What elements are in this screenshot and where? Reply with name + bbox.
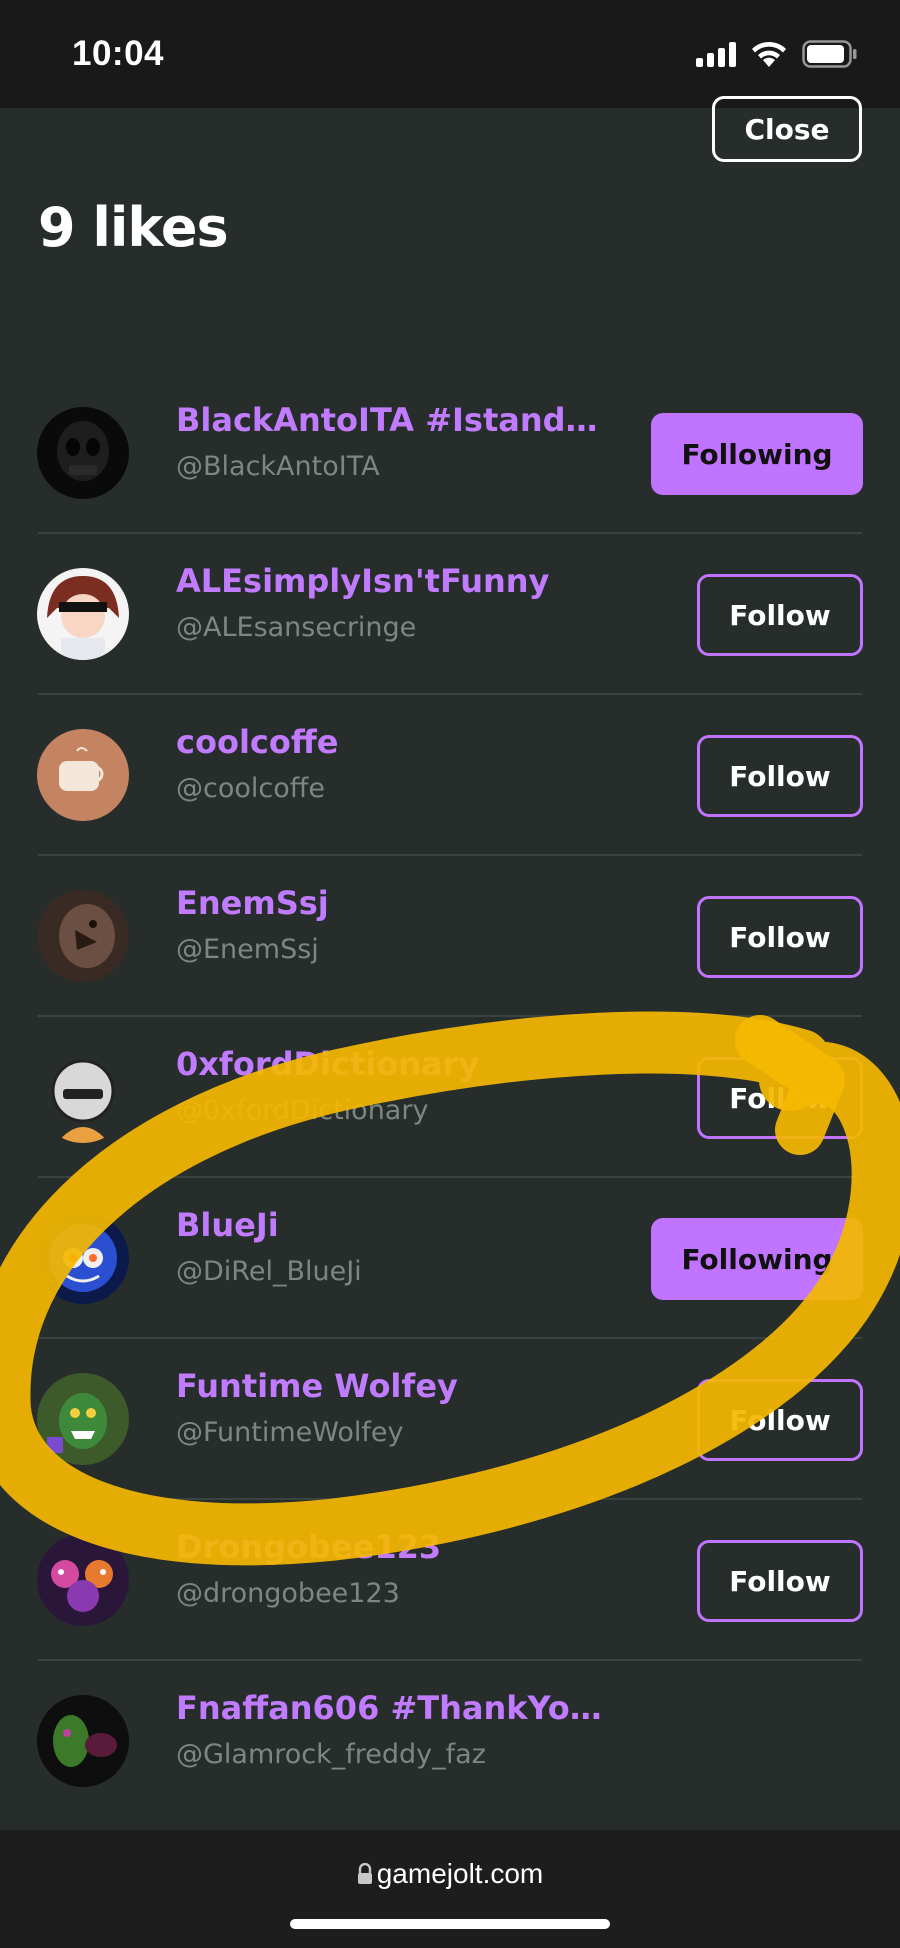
follow-button[interactable]: Follow [697,896,863,978]
list-item[interactable]: Drongobee123 @drongobee123 Follow [0,1500,900,1661]
list-item[interactable]: ALEsimplyIsn'tFunny @ALEsansecringe Foll… [0,534,900,695]
list-item[interactable]: 0xfordDictionary @0xfordDictionary Follo… [0,1017,900,1178]
home-indicator[interactable] [290,1919,610,1929]
likes-sheet: Close 9 likes BlackAntoITA #Istandwi... … [0,96,900,1830]
user-handle: @Glamrock_freddy_faz [176,1739,486,1770]
browser-url-bar[interactable]: gamejolt.com [0,1830,900,1948]
user-display-name[interactable]: coolcoffe [176,723,338,761]
avatar[interactable] [37,568,129,660]
wifi-icon [750,40,788,68]
avatar[interactable] [37,1695,129,1787]
cellular-signal-icon [696,41,736,67]
status-bar: 10:04 [0,0,900,108]
user-handle: @FuntimeWolfey [176,1417,404,1448]
list-item[interactable]: EnemSsj @EnemSsj Follow [0,856,900,1017]
user-display-name[interactable]: EnemSsj [176,884,329,922]
user-handle: @drongobee123 [176,1578,400,1609]
likes-user-list: BlackAntoITA #Istandwi... @BlackAntoITA … [0,373,900,1822]
list-item[interactable]: BlueJi @DiRel_BlueJi Following [0,1178,900,1339]
list-item[interactable]: Funtime Wolfey @FuntimeWolfey Follow [0,1339,900,1500]
user-handle: @0xfordDictionary [176,1095,429,1126]
user-handle: @coolcoffe [176,773,325,804]
user-handle: @BlackAntoITA [176,451,380,482]
url-display[interactable]: gamejolt.com [0,1858,900,1892]
list-item[interactable]: coolcoffe @coolcoffe Follow [0,695,900,856]
battery-icon [802,40,858,68]
likes-count-title: 9 likes [38,196,229,259]
avatar[interactable] [37,1051,129,1143]
follow-button[interactable]: Follow [697,1379,863,1461]
user-display-name[interactable]: BlackAntoITA #Istandwi... [176,401,606,439]
list-item[interactable]: BlackAntoITA #Istandwi... @BlackAntoITA … [0,373,900,534]
avatar[interactable] [37,729,129,821]
user-display-name[interactable]: ALEsimplyIsn'tFunny [176,562,549,600]
status-icons [696,40,858,68]
close-button[interactable]: Close [712,96,862,162]
follow-button[interactable]: Follow [697,1057,863,1139]
avatar[interactable] [37,890,129,982]
user-handle: @ALEsansecringe [176,612,417,643]
follow-button[interactable]: Follow [697,735,863,817]
user-display-name[interactable]: BlueJi [176,1206,279,1244]
user-display-name[interactable]: Funtime Wolfey [176,1367,458,1405]
avatar[interactable] [37,407,129,499]
list-item[interactable]: Fnaffan606 #ThankYouScott @Glamrock_fred… [0,1661,900,1822]
avatar[interactable] [37,1212,129,1304]
follow-button[interactable]: Follow [697,1540,863,1622]
following-button[interactable]: Following [651,1218,863,1300]
avatar[interactable] [37,1373,129,1465]
user-display-name[interactable]: 0xfordDictionary [176,1045,479,1083]
lock-icon [357,1860,373,1892]
user-handle: @EnemSsj [176,934,319,965]
follow-button[interactable]: Follow [697,574,863,656]
user-handle: @DiRel_BlueJi [176,1256,362,1287]
user-display-name[interactable]: Drongobee123 [176,1528,441,1566]
avatar[interactable] [37,1534,129,1626]
following-button[interactable]: Following [651,413,863,495]
status-time: 10:04 [72,34,165,73]
url-text: gamejolt.com [376,1858,544,1889]
user-display-name[interactable]: Fnaffan606 #ThankYouScott [176,1689,606,1727]
